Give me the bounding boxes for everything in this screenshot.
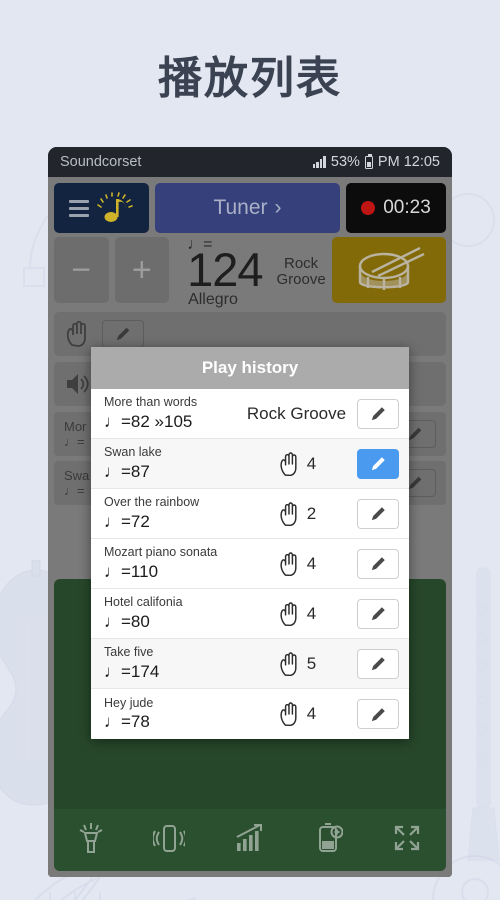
- history-tempo: ♩=78: [104, 712, 150, 732]
- play-history-list: More than words ♩=82 »105 Rock Groove Sw…: [91, 389, 409, 739]
- status-app-name: Soundcorset: [60, 154, 142, 170]
- pencil-edit-icon: [371, 607, 385, 621]
- hand-clap-icon: [280, 501, 297, 526]
- history-hand-count: 4: [236, 451, 357, 476]
- dialog-title: Play history: [91, 347, 409, 389]
- hand-count-value: 5: [306, 653, 317, 673]
- hand-count-value: 4: [306, 553, 317, 573]
- history-title: More than words: [104, 395, 198, 410]
- history-hand-count: 4: [236, 551, 357, 576]
- list-item[interactable]: Take five ♩=174 5: [91, 639, 409, 689]
- hand-clap-icon: [280, 651, 297, 676]
- edit-button[interactable]: [357, 398, 399, 429]
- edit-button[interactable]: [357, 648, 399, 679]
- hand-count-value: 4: [306, 704, 317, 723]
- pencil-edit-icon: [371, 457, 385, 471]
- history-tempo: ♩=87: [104, 461, 150, 481]
- history-title: Swan lake: [104, 445, 162, 460]
- edit-button[interactable]: [357, 548, 399, 579]
- battery-icon: [364, 153, 373, 169]
- history-title: Over the rainbow: [104, 495, 200, 510]
- history-hand-count: 4: [236, 702, 357, 726]
- history-tempo: ♩=110: [104, 561, 159, 581]
- history-tempo: ♩=82 »105: [104, 411, 193, 431]
- history-title: Hotel califonia: [104, 595, 183, 610]
- list-item[interactable]: Swan lake ♩=87 4: [91, 439, 409, 489]
- history-hand-count: 4: [236, 601, 357, 626]
- history-tempo: ♩=174: [104, 661, 160, 681]
- hand-clap-icon: [280, 702, 297, 726]
- list-item[interactable]: Mozart piano sonata ♩=110 4: [91, 539, 409, 589]
- hand-clap-icon: [280, 451, 297, 476]
- list-item[interactable]: Over the rainbow ♩=72 2: [91, 489, 409, 539]
- play-history-dialog: Play history More than words ♩=82 »105 R…: [91, 347, 409, 739]
- pencil-edit-icon: [371, 657, 385, 671]
- list-item[interactable]: More than words ♩=82 »105 Rock Groove: [91, 389, 409, 439]
- edit-button[interactable]: [357, 448, 399, 479]
- history-title: Take five: [104, 645, 154, 660]
- history-title: Hey jude: [104, 695, 154, 710]
- edit-button[interactable]: [357, 498, 399, 529]
- pencil-edit-icon: [371, 707, 385, 721]
- page-title: 播放列表: [158, 54, 342, 103]
- history-hand-count: 5: [236, 651, 357, 676]
- history-preset: Rock Groove: [246, 403, 347, 423]
- pencil-edit-icon: [371, 507, 385, 521]
- signal-bars-icon: [312, 156, 326, 168]
- hand-count-value: 2: [306, 503, 317, 523]
- hand-count-value: 4: [306, 603, 317, 623]
- list-item[interactable]: Hotel califonia ♩=80 4: [91, 589, 409, 639]
- status-bar: Soundcorset 53% PM 12:05: [48, 147, 452, 177]
- history-hand-count: 2: [236, 501, 357, 526]
- history-tempo: ♩=80: [104, 611, 150, 631]
- app-body: Tuner › 00:23 − + ♩= 124 Allegro Rock Gr…: [48, 177, 452, 877]
- history-tempo: ♩=72: [104, 511, 150, 531]
- pencil-edit-icon: [371, 407, 385, 421]
- battery-percent: 53%: [330, 154, 360, 170]
- edit-button[interactable]: [357, 699, 399, 729]
- hand-clap-icon: [280, 601, 297, 626]
- hand-count-value: 4: [306, 453, 317, 473]
- history-title: Mozart piano sonata: [104, 545, 218, 560]
- phone-frame: Soundcorset 53% PM 12:05 Tuner › 00:23 −…: [48, 147, 452, 877]
- status-clock: PM 12:05: [377, 154, 440, 170]
- list-item[interactable]: Hey jude ♩=78 4: [91, 689, 409, 739]
- edit-button[interactable]: [357, 598, 399, 629]
- pencil-edit-icon: [371, 557, 385, 571]
- hand-clap-icon: [280, 551, 297, 576]
